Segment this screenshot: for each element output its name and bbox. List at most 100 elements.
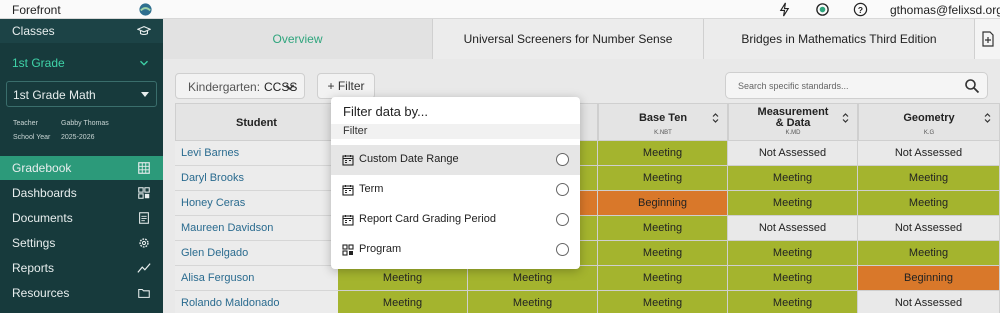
sidebar-classes-header[interactable]: Classes [0, 19, 163, 43]
calendar-icon [342, 215, 354, 226]
program-icon [342, 244, 354, 256]
sidebar-item-label: Documents [12, 211, 73, 225]
option-label: Report Card Grading Period [359, 213, 496, 225]
sidebar-item-reports[interactable]: Reports [0, 256, 163, 280]
export-button[interactable] [974, 19, 1000, 59]
score-cell[interactable]: Meeting [598, 166, 728, 191]
gradebook-grid: Student Base Ten K.NBT Measurement & Dat… [175, 103, 1000, 313]
option-radio[interactable] [556, 183, 569, 196]
tab-bridges[interactable]: Bridges in Mathematics Third Edition [704, 19, 975, 59]
grade-selector[interactable]: 1st Grade [0, 51, 163, 75]
student-row[interactable]: Glen Delgado [175, 241, 338, 266]
student-name-link[interactable]: Daryl Brooks [181, 172, 244, 184]
student-name-link[interactable]: Rolando Maldonado [181, 297, 279, 309]
score-cell[interactable]: Meeting [858, 241, 1000, 266]
column-code: K.MD [785, 130, 801, 136]
course-value: 1st Grade Math [13, 88, 96, 102]
score-cell[interactable]: Not Assessed [728, 216, 858, 241]
score-cell[interactable]: Meeting [728, 241, 858, 266]
help-icon[interactable]: ? [853, 2, 868, 17]
standard-select[interactable]: Kindergarten: CCSS [175, 73, 305, 99]
student-name-link[interactable]: Alisa Ferguson [181, 272, 254, 284]
filter-option-term[interactable]: Term [331, 175, 580, 205]
column-header-measurement[interactable]: Measurement & Data K.MD [728, 103, 858, 141]
student-name-link[interactable]: Honey Ceras [181, 197, 245, 209]
student-row[interactable]: Rolando Maldonado [175, 291, 338, 313]
column-header-base-ten[interactable]: Base Ten K.NBT [598, 103, 728, 141]
svg-text:?: ? [858, 5, 863, 15]
lightning-icon[interactable] [777, 2, 792, 17]
option-radio[interactable] [556, 243, 569, 256]
score-cell[interactable]: Beginning [858, 266, 1000, 291]
score-cell[interactable]: Meeting [598, 291, 728, 313]
score-cell[interactable]: Not Assessed [728, 141, 858, 166]
score-cell[interactable]: Meeting [468, 291, 598, 313]
sort-icon[interactable] [842, 112, 849, 124]
filter-option-custom-date-range[interactable]: Custom Date Range [331, 145, 580, 175]
user-email[interactable]: gthomas@felixsd.org [890, 3, 1000, 17]
chevron-down-icon [140, 60, 148, 66]
sidebar-item-settings[interactable]: Settings [0, 231, 163, 255]
option-radio[interactable] [556, 153, 569, 166]
option-label: Term [359, 183, 384, 195]
score-cell[interactable]: Meeting [728, 191, 858, 216]
score-cell[interactable]: Meeting [598, 141, 728, 166]
export-file-icon [982, 31, 994, 47]
sidebar-item-resources[interactable]: Resources [0, 281, 163, 305]
score-cell[interactable]: Not Assessed [858, 216, 1000, 241]
score-cell[interactable]: Meeting [598, 216, 728, 241]
tab-universal-screeners[interactable]: Universal Screeners for Number Sense [433, 19, 704, 59]
student-name-link[interactable]: Glen Delgado [181, 247, 248, 259]
search-input[interactable]: Search specific standards... [738, 81, 849, 91]
sidebar-item-label: Settings [12, 236, 56, 250]
column-header-geometry[interactable]: Geometry K.G [858, 103, 1000, 141]
sort-icon[interactable] [712, 112, 719, 124]
column-title: Geometry [903, 112, 955, 124]
score-cell[interactable]: Meeting [338, 266, 468, 291]
brand-logo-icon [139, 3, 152, 16]
app-logo-icon[interactable] [815, 2, 830, 17]
folder-icon [138, 288, 150, 298]
score-cell[interactable]: Meeting [728, 266, 858, 291]
filter-option-program[interactable]: Program [331, 235, 580, 265]
school-year-value: 2025-2026 [61, 134, 95, 141]
student-row[interactable]: Daryl Brooks [175, 166, 338, 191]
option-radio[interactable] [556, 213, 569, 226]
score-cell[interactable]: Meeting [728, 291, 858, 313]
sort-icon[interactable] [984, 112, 991, 124]
sidebar-item-dashboards[interactable]: Dashboards [0, 181, 163, 205]
student-row[interactable]: Maureen Davidson [175, 216, 338, 241]
student-row[interactable]: Alisa Ferguson [175, 266, 338, 291]
tab-bar: Overview Universal Screeners for Number … [163, 19, 1000, 59]
add-filter-button[interactable]: + Filter [317, 73, 375, 99]
score-cell[interactable]: Beginning [598, 191, 728, 216]
student-row[interactable]: Honey Ceras [175, 191, 338, 216]
student-name-link[interactable]: Levi Barnes [181, 147, 239, 159]
score-cell[interactable]: Meeting [728, 166, 858, 191]
score-cell[interactable]: Not Assessed [858, 141, 1000, 166]
tab-overview[interactable]: Overview [163, 19, 433, 59]
student-name-link[interactable]: Maureen Davidson [181, 222, 273, 234]
score-cell[interactable]: Not Assessed [858, 291, 1000, 313]
score-cell[interactable]: Meeting [468, 266, 598, 291]
search-icon[interactable] [964, 78, 980, 94]
sidebar-item-gradebook[interactable]: Gradebook [0, 156, 163, 180]
sidebar-item-label: Reports [12, 261, 55, 275]
score-cell[interactable]: Meeting [858, 166, 1000, 191]
popover-section-header: Filter [331, 124, 580, 139]
score-cell[interactable]: Meeting [598, 266, 728, 291]
school-year-label: School Year [13, 134, 51, 141]
sidebar-item-documents[interactable]: Documents [0, 206, 163, 230]
gear-icon [139, 238, 149, 248]
filter-popover: Filter data by... Filter Custom Date Ran… [331, 97, 580, 269]
student-row[interactable]: Levi Barnes [175, 141, 338, 166]
score-cell[interactable]: Meeting [338, 291, 468, 313]
search-field[interactable]: Search specific standards... [725, 72, 988, 99]
score-cell[interactable]: Meeting [598, 241, 728, 266]
chevron-down-icon [285, 84, 295, 91]
score-cell[interactable]: Meeting [858, 191, 1000, 216]
student-column-header[interactable]: Student [175, 103, 338, 141]
course-select[interactable]: 1st Grade Math [6, 81, 157, 107]
teacher-label: Teacher [13, 120, 38, 127]
filter-option-report-card-grading-period[interactable]: Report Card Grading Period [331, 205, 580, 235]
